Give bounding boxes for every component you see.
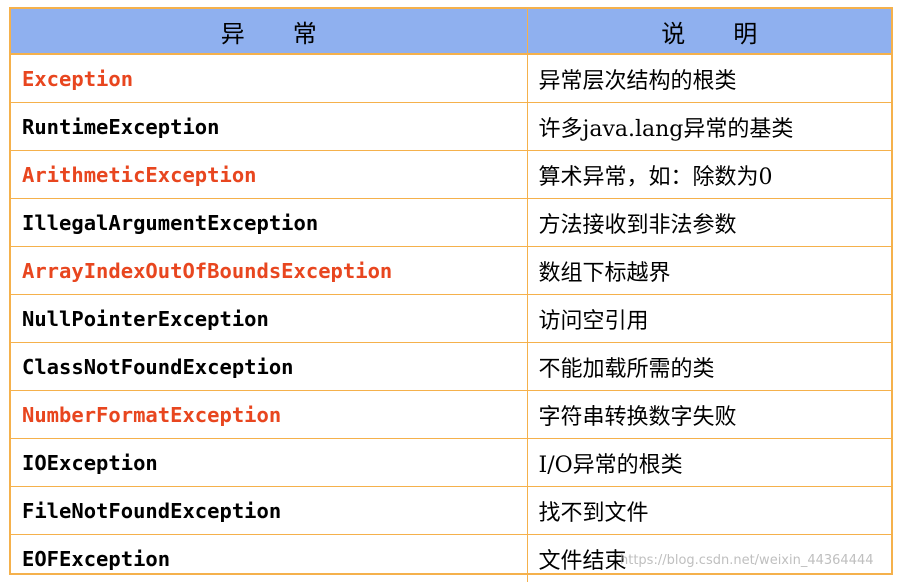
exception-description-cell: 异常层次结构的根类 xyxy=(527,54,891,103)
exception-name-cell: NullPointerException xyxy=(11,294,528,343)
exception-description-cell: 访问空引用 xyxy=(527,294,891,343)
header-description: 说 明 xyxy=(527,9,891,55)
table-row: FileNotFoundException 找不到文件 xyxy=(11,486,891,535)
table-row: NumberFormatException 字符串转换数字失败 xyxy=(11,390,891,439)
table-row: RuntimeException 许多java.lang异常的基类 xyxy=(11,102,891,151)
exception-name-cell: ArithmeticException xyxy=(11,150,528,199)
exception-description-cell: 许多java.lang异常的基类 xyxy=(527,102,891,151)
exception-name-cell: RuntimeException xyxy=(11,102,528,151)
table-row: ClassNotFoundException 不能加载所需的类 xyxy=(11,342,891,391)
exception-description-cell: I/O异常的根类 xyxy=(527,438,891,487)
exception-description-cell: 不能加载所需的类 xyxy=(527,342,891,391)
table-row: IllegalArgumentException 方法接收到非法参数 xyxy=(11,198,891,247)
exception-name-cell: FileNotFoundException xyxy=(11,486,528,535)
exception-name-cell: Exception xyxy=(11,54,528,103)
exception-name-cell: ArrayIndexOutOfBoundsException xyxy=(11,246,528,295)
exception-name-cell: IOException xyxy=(11,438,528,487)
exception-table: 异 常 说 明 Exception 异常层次结构的根类 RuntimeExcepti… xyxy=(11,9,891,582)
exception-name-cell: ClassNotFoundException xyxy=(11,342,528,391)
table-row: IOException I/O异常的根类 xyxy=(11,438,891,487)
table-row: ArrayIndexOutOfBoundsException 数组下标越界 xyxy=(11,246,891,295)
exception-description-cell: 数组下标越界 xyxy=(527,246,891,295)
exception-name-cell: NumberFormatException xyxy=(11,390,528,439)
exception-description-cell: 算术异常，如：除数为0 xyxy=(527,150,891,199)
header-exception: 异 常 xyxy=(11,9,528,55)
exception-name-cell: EOFException xyxy=(11,534,528,582)
exception-description-cell: 字符串转换数字失败 xyxy=(527,390,891,439)
table-row: NullPointerException 访问空引用 xyxy=(11,294,891,343)
watermark-text: https://blog.csdn.net/weixin_44364444 xyxy=(620,553,874,568)
exception-description-cell: 方法接收到非法参数 xyxy=(527,198,891,247)
table-row: ArithmeticException 算术异常，如：除数为0 xyxy=(11,150,891,199)
table-row: Exception 异常层次结构的根类 xyxy=(11,54,891,103)
table-header-row: 异 常 说 明 xyxy=(11,9,891,55)
exception-table-frame: 异 常 说 明 Exception 异常层次结构的根类 RuntimeExcepti… xyxy=(9,7,893,582)
exception-name-cell: IllegalArgumentException xyxy=(11,198,528,247)
exception-description-cell: 找不到文件 xyxy=(527,486,891,535)
